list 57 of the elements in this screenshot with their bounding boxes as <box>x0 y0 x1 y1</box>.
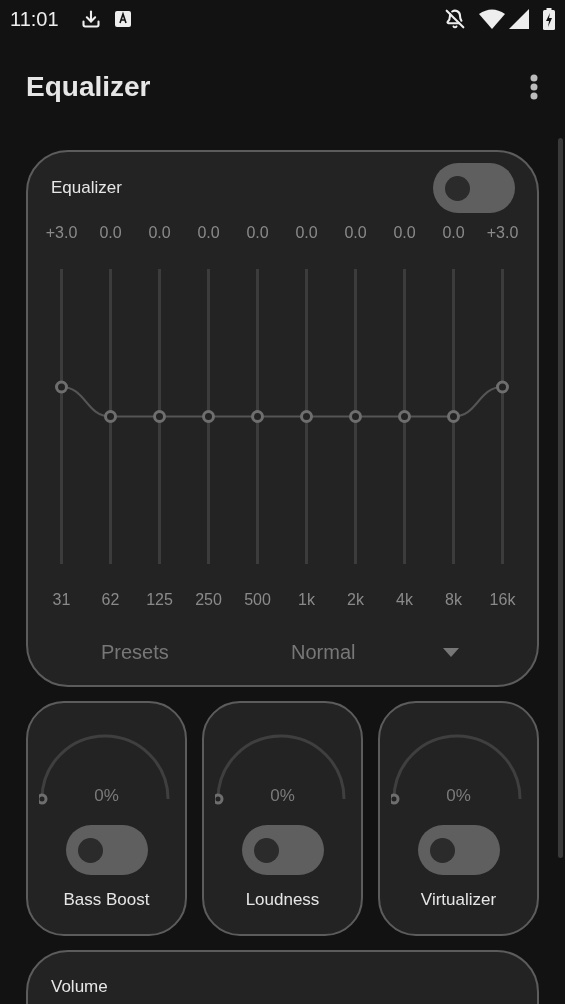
card-title: Equalizer <box>51 177 122 200</box>
gain-label: 0.0 <box>392 223 417 243</box>
gain-label: +3.0 <box>485 223 520 243</box>
status-time: 11:01 <box>10 7 59 32</box>
frequency-label: 31 <box>51 590 72 610</box>
gain-label: 0.0 <box>343 223 368 243</box>
frequency-label: 4k <box>395 590 414 610</box>
slider-thumb[interactable] <box>104 410 117 423</box>
frequency-label: 1k <box>297 590 316 610</box>
dial-reading: 0% <box>269 785 296 807</box>
dial-thumb[interactable] <box>214 793 223 805</box>
dial-thumb[interactable] <box>38 793 47 805</box>
slider-thumb[interactable] <box>349 410 362 423</box>
slider-thumb[interactable] <box>55 380 68 394</box>
slider-thumb[interactable] <box>398 410 411 423</box>
toggle-switch[interactable] <box>417 825 500 875</box>
slider-thumb[interactable] <box>202 410 215 423</box>
gain-label: 0.0 <box>98 223 123 243</box>
toggle-switch[interactable] <box>433 163 515 213</box>
slider-thumb[interactable] <box>153 410 166 423</box>
dial-thumb[interactable] <box>390 793 399 805</box>
card-title: Volume <box>51 977 108 996</box>
gain-label: 0.0 <box>245 223 270 243</box>
bell-off-icon <box>445 9 465 29</box>
frequency-label: 500 <box>243 590 272 610</box>
frequency-label: 8k <box>444 590 463 610</box>
toggle-switch[interactable] <box>65 825 148 875</box>
preset-dropdown[interactable]: Normal <box>291 637 459 667</box>
slider-thumb[interactable] <box>300 410 313 423</box>
wifi-icon <box>479 9 505 29</box>
frequency-label: 250 <box>194 590 223 610</box>
gain-label: 0.0 <box>441 223 466 243</box>
dial-reading: 0% <box>445 785 472 807</box>
gain-label: 0.0 <box>294 223 319 243</box>
effect-label: Virtualizer <box>420 889 497 911</box>
presets-label: Presets <box>101 640 170 665</box>
battery-charging-icon <box>543 8 555 30</box>
slider-thumb[interactable] <box>251 410 264 423</box>
frequency-label: 125 <box>145 590 174 610</box>
keyboard-badge-icon <box>114 11 131 27</box>
dial-reading: 0% <box>93 785 120 807</box>
slider-thumb[interactable] <box>496 380 509 394</box>
effect-label: Bass Boost <box>63 889 150 911</box>
gain-label: 0.0 <box>196 223 221 243</box>
frequency-label: 16k <box>488 590 517 610</box>
page-title: Equalizer <box>26 70 152 104</box>
toggle-switch[interactable] <box>241 825 324 875</box>
gain-label: 0.0 <box>147 223 172 243</box>
frequency-label: 62 <box>100 590 121 610</box>
effect-label: Loudness <box>245 889 320 911</box>
more-icon <box>530 74 538 100</box>
download-icon <box>80 9 101 29</box>
slider-thumb[interactable] <box>447 410 460 423</box>
gain-label: +3.0 <box>44 223 79 243</box>
signal-icon <box>509 9 529 29</box>
frequency-label: 2k <box>346 590 365 610</box>
dropdown-caret-icon <box>443 647 459 657</box>
